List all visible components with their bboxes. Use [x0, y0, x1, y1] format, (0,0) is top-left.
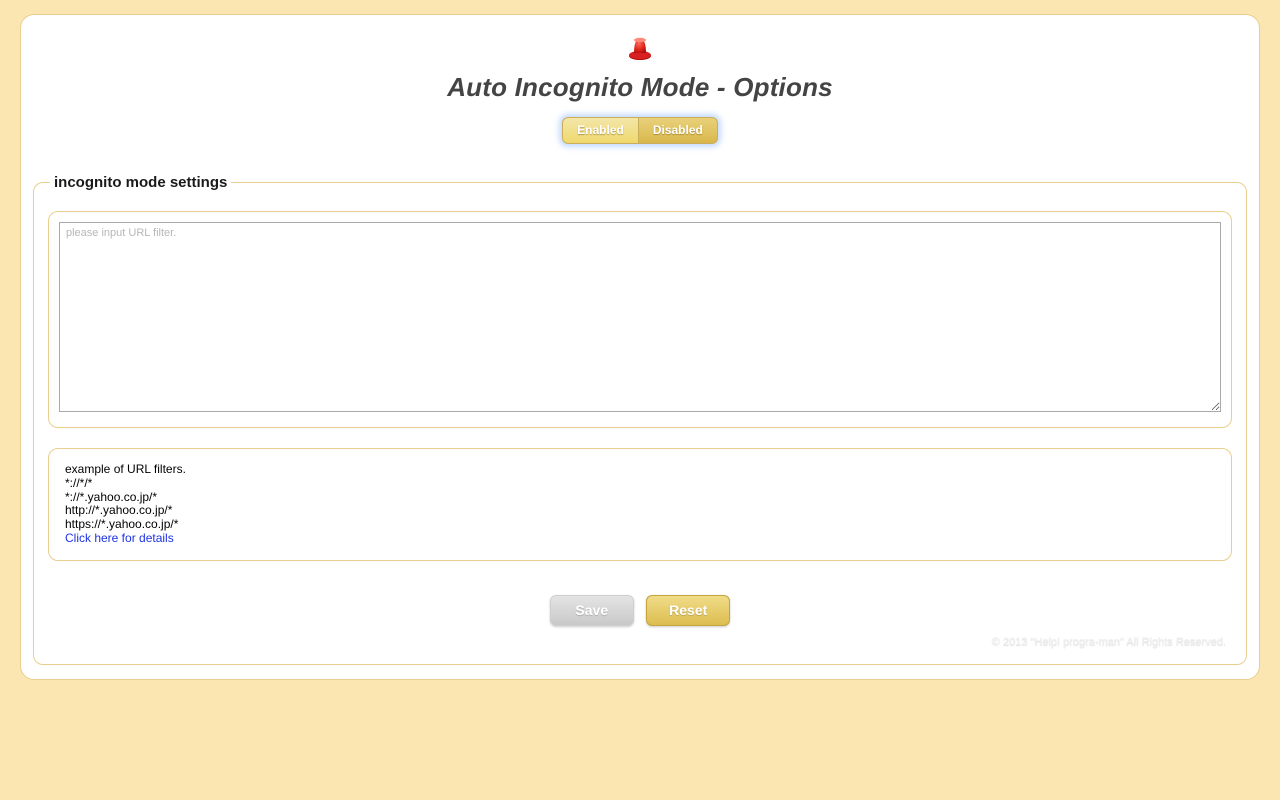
enabled-toggle[interactable]: Enabled: [562, 117, 638, 144]
actions-row: Save Reset: [48, 595, 1232, 626]
header: Auto Incognito Mode - Options Enabled Di…: [33, 35, 1247, 144]
incognito-settings-fieldset: incognito mode settings example of URL f…: [33, 174, 1247, 665]
reset-button[interactable]: Reset: [646, 595, 730, 626]
examples-line: *://*.yahoo.co.jp/*: [65, 491, 1215, 505]
mode-toggle-group: Enabled Disabled: [562, 117, 718, 144]
options-card: Auto Incognito Mode - Options Enabled Di…: [20, 14, 1260, 680]
save-button[interactable]: Save: [550, 595, 634, 626]
examples-line: https://*.yahoo.co.jp/*: [65, 518, 1215, 532]
url-filter-textarea[interactable]: [59, 222, 1221, 412]
top-hat-icon: [626, 35, 654, 66]
footer-copyright: © 2013 "Help! progra-man" All Rights Res…: [48, 636, 1232, 648]
settings-legend: incognito mode settings: [50, 174, 231, 191]
page-title: Auto Incognito Mode - Options: [33, 72, 1247, 103]
examples-line: *://*/*: [65, 477, 1215, 491]
examples-panel: example of URL filters. *://*/* *://*.ya…: [48, 448, 1232, 561]
url-filter-panel: [48, 211, 1232, 428]
examples-line: http://*.yahoo.co.jp/*: [65, 504, 1215, 518]
examples-title: example of URL filters.: [65, 463, 1215, 477]
details-link[interactable]: Click here for details: [65, 531, 174, 545]
disabled-toggle[interactable]: Disabled: [638, 117, 718, 144]
